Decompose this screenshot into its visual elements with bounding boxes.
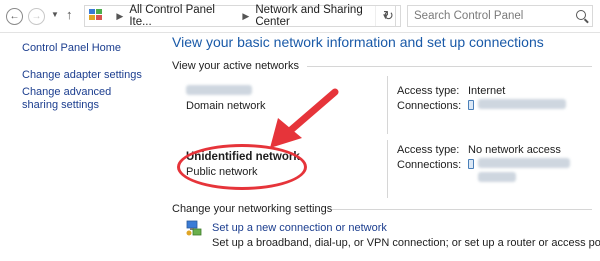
breadcrumb-separator-icon[interactable]: ▶ — [116, 11, 123, 22]
section-divider — [332, 209, 592, 210]
access-type-value: Internet — [468, 85, 506, 97]
change-advanced-sharing-link[interactable]: Change advanced sharing settings — [22, 86, 142, 112]
redacted-network-name — [186, 85, 252, 95]
change-settings-heading: Change your networking settings — [172, 203, 333, 215]
network-adapter-icon — [468, 159, 474, 169]
change-adapter-settings-link[interactable]: Change adapter settings — [22, 69, 142, 82]
connections-label: Connections: — [397, 159, 462, 171]
connections-label: Connections: — [397, 100, 462, 112]
network-1-name[interactable] — [186, 85, 252, 98]
active-networks-heading: View your active networks — [172, 60, 299, 72]
redacted-connection-name — [478, 172, 516, 182]
breadcrumb-all-control-panel[interactable]: All Control Panel Ite... — [129, 4, 236, 28]
connection-2-link-line2[interactable] — [478, 172, 516, 185]
address-toolbar: ← → ▼ ↑ ▶ All Control Panel Ite... ▶ Net… — [0, 0, 600, 33]
up-arrow-icon[interactable]: ↑ — [66, 7, 73, 22]
forward-arrow-icon[interactable]: → — [28, 8, 45, 25]
access-type-value: No network access — [468, 144, 561, 156]
highlight-oval — [177, 144, 307, 190]
section-divider — [307, 66, 592, 67]
column-divider — [387, 76, 388, 134]
breadcrumb-separator-icon[interactable]: ▶ — [242, 11, 249, 22]
access-type-label: Access type: — [397, 85, 460, 97]
redacted-connection-name — [478, 158, 570, 168]
network-1-type[interactable]: Domain network — [186, 100, 265, 112]
setup-description: Set up a broadband, dial-up, or VPN conn… — [212, 237, 600, 249]
connection-2-link[interactable] — [468, 158, 570, 171]
search-input[interactable]: Search Control Panel — [407, 5, 593, 27]
search-placeholder: Search Control Panel — [414, 10, 524, 22]
setup-new-connection-link[interactable]: Set up a new connection or network — [212, 222, 387, 234]
address-bar[interactable]: ▶ All Control Panel Ite... ▶ Network and… — [84, 4, 396, 28]
search-icon[interactable] — [576, 10, 586, 20]
recent-locations-dropdown-icon[interactable]: ▼ — [51, 10, 59, 19]
page-title: View your basic network information and … — [172, 34, 544, 50]
network-setup-icon — [186, 220, 202, 236]
redacted-connection-name — [478, 99, 566, 109]
connection-1-link[interactable] — [468, 99, 566, 112]
control-panel-icon — [89, 9, 104, 23]
refresh-icon[interactable]: ↻ — [377, 5, 401, 27]
access-type-label: Access type: — [397, 144, 460, 156]
network-adapter-icon — [468, 100, 474, 110]
back-arrow-icon[interactable]: ← — [6, 8, 23, 25]
left-navigation-pane: Control Panel Home Change adapter settin… — [0, 34, 160, 261]
control-panel-home-link[interactable]: Control Panel Home — [22, 42, 121, 55]
column-divider — [387, 140, 388, 198]
main-content: View your basic network information and … — [160, 34, 600, 261]
